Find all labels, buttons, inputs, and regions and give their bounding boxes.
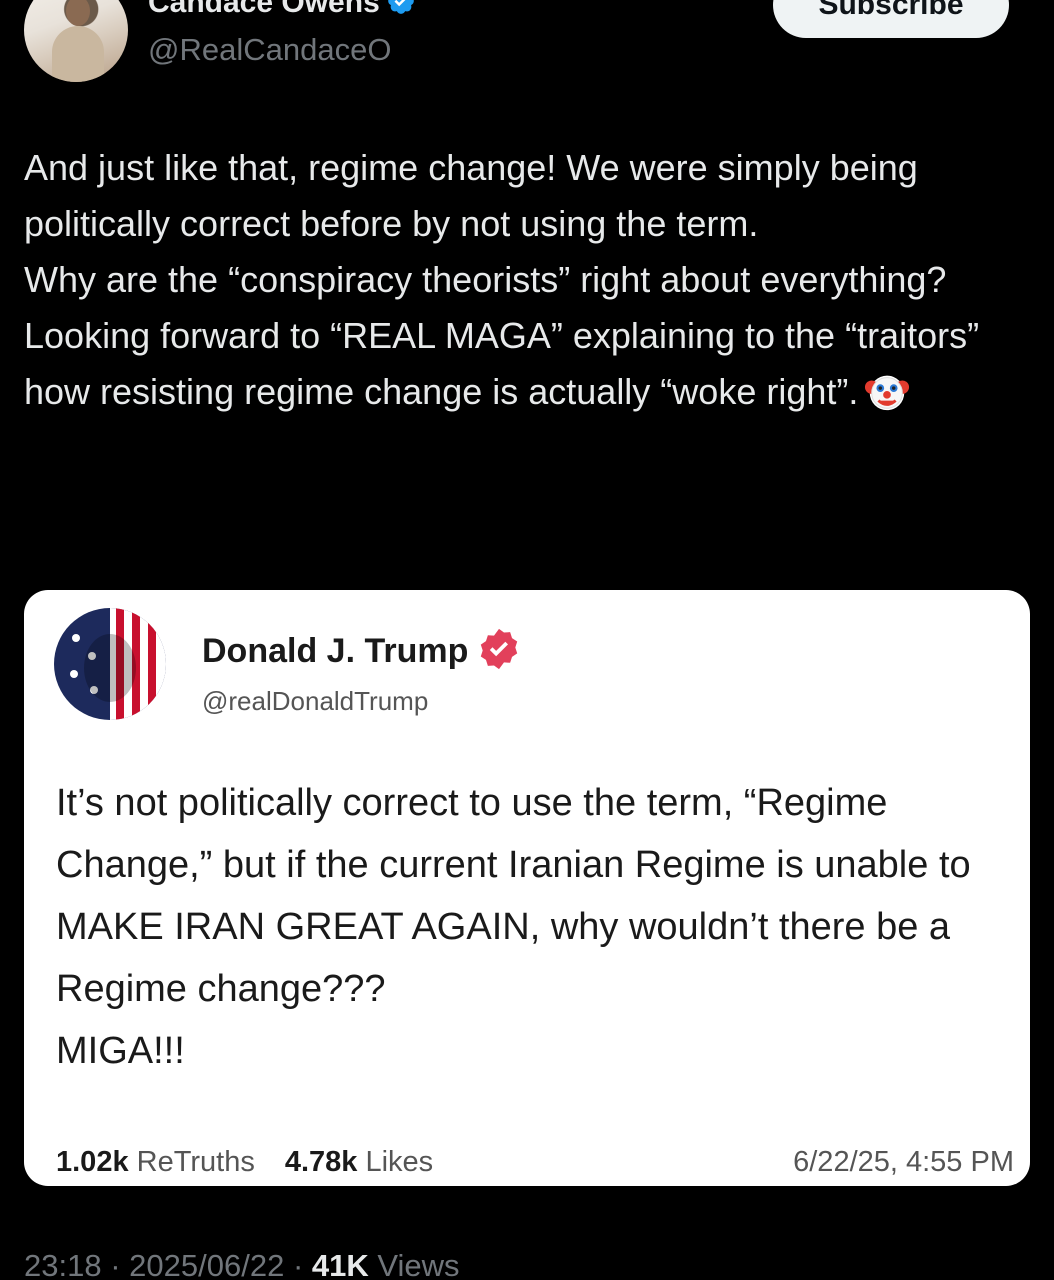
author-handle[interactable]: @RealCandaceO [148,32,391,68]
author-name[interactable]: Candace Owens [148,0,380,19]
quoted-post-stats: 1.02k ReTruths 4.78k Likes [56,1146,433,1179]
tweet-meta: 23:18 · 2025/06/22 · 41K Views [24,1248,460,1280]
author-name-row[interactable]: Candace Owens [148,0,416,20]
avatar-coat [52,26,104,82]
quoted-post-line: It’s not politically correct to use the … [56,782,971,1010]
flag-portrait-image [54,608,166,720]
tweet-time[interactable]: 23:18 [24,1248,102,1280]
quoted-author-handle[interactable]: @realDonaldTrump [202,686,428,717]
quoted-author-name[interactable]: Donald J. Trump [202,632,468,670]
quoted-author-name-row[interactable]: Donald J. Trump [202,626,522,672]
tweet-line: Looking forward to “REAL MAGA” explainin… [24,315,980,412]
verified-badge-icon [481,628,518,670]
quoted-post-line: MIGA!!! [56,1030,185,1072]
clown-face-icon [865,375,910,411]
subscribe-button[interactable]: Subscribe [773,0,1009,38]
quoted-author-avatar[interactable] [54,608,166,720]
tweet-line: Why are the “conspiracy theorists” right… [24,259,947,300]
meta-separator: · [110,1248,121,1280]
quoted-post-text: It’s not politically correct to use the … [56,772,1006,1082]
quoted-post-card[interactable]: Donald J. Trump @realDonaldTrump It’s no… [24,590,1030,1186]
tweet-line: And just like that, regime change! We we… [24,147,918,244]
tweet-text: And just like that, regime change! We we… [24,140,1034,420]
verified-badge-icon [387,0,414,14]
meta-separator: · [292,1248,304,1280]
retruths-stat[interactable]: 1.02k ReTruths [56,1146,255,1178]
likes-stat[interactable]: 4.78k Likes [285,1146,433,1178]
quoted-post-date: 6/22/25, 4:55 PM [793,1146,1014,1178]
avatar-head [66,0,90,26]
tweet-date[interactable]: 2025/06/22 [129,1248,284,1280]
author-avatar[interactable] [24,0,128,82]
views-stat[interactable]: 41K Views [312,1248,460,1280]
